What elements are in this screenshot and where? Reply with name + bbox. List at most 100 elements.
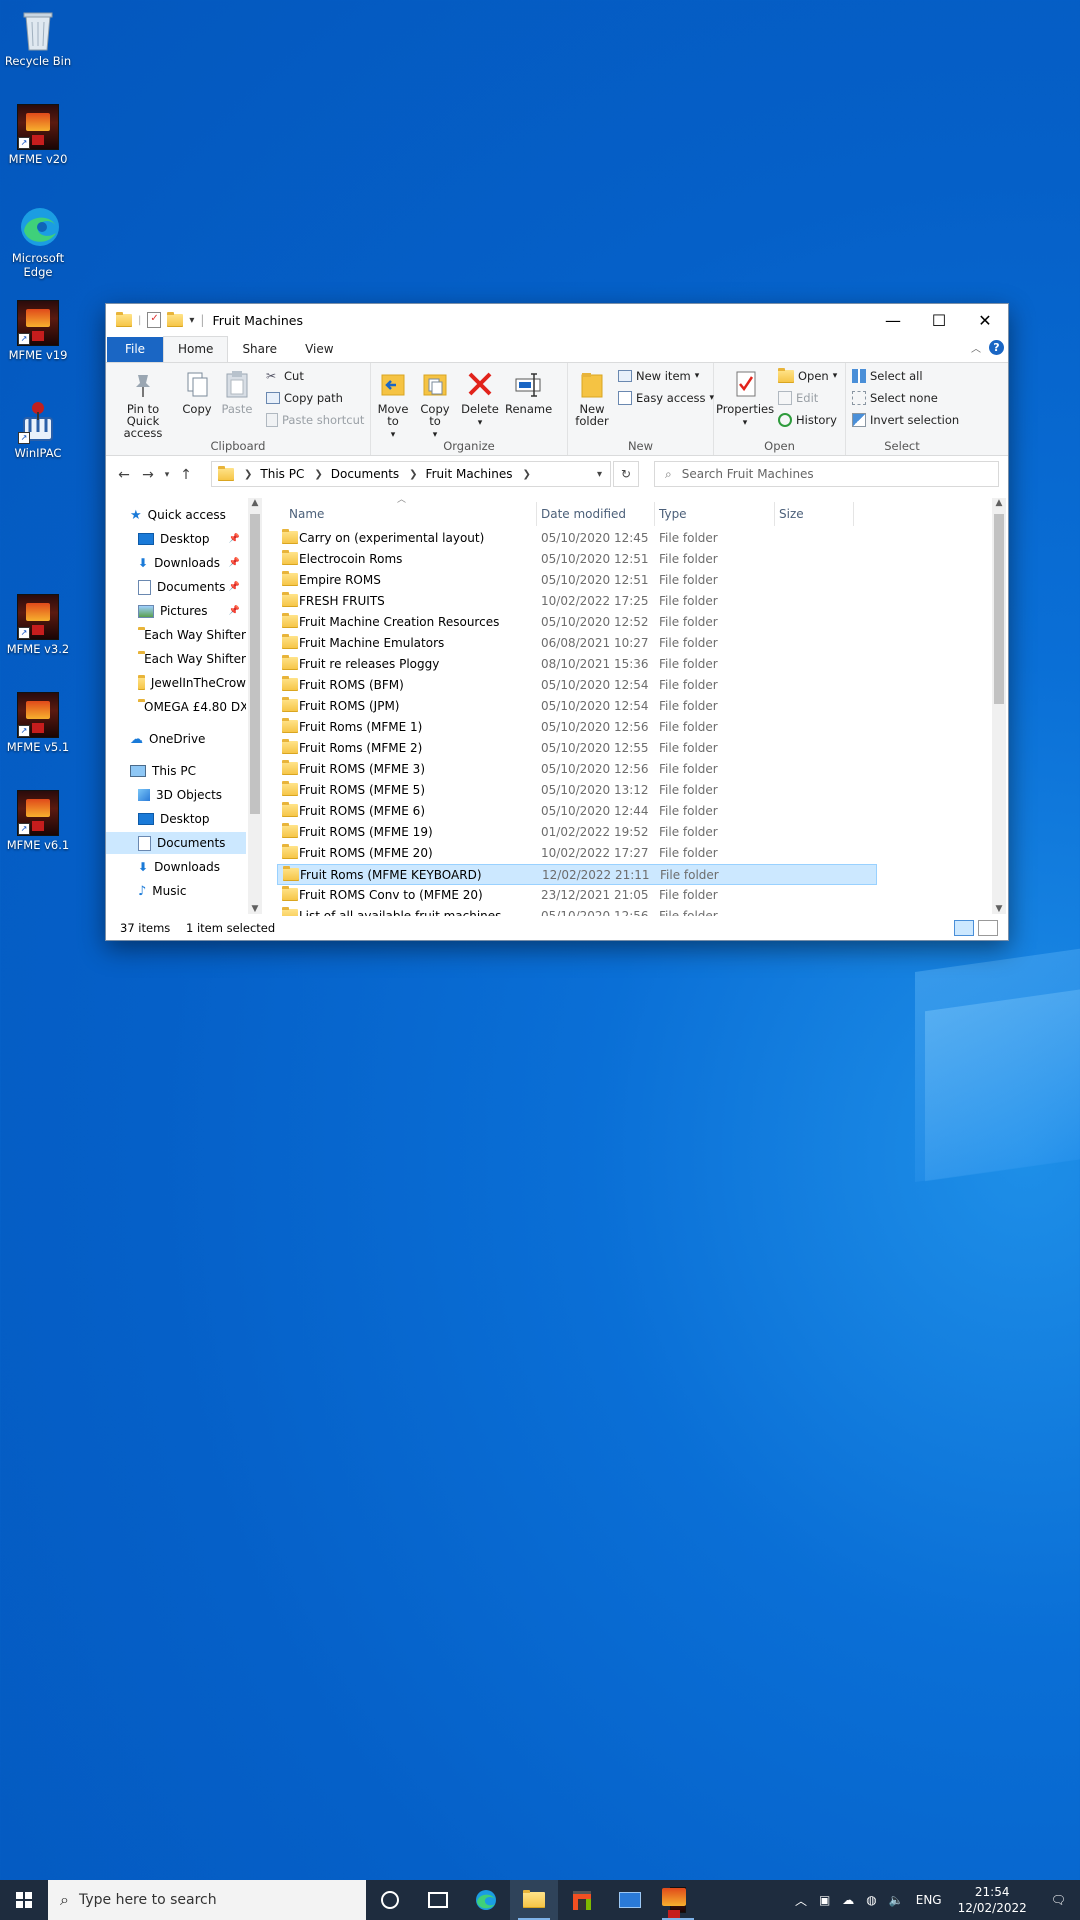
file-row[interactable]: Electrocoin Roms 05/10/2020 12:51 File fol… xyxy=(277,549,877,570)
column-divider[interactable] xyxy=(853,502,854,526)
nav-onedrive[interactable]: ☁ OneDrive xyxy=(130,728,240,750)
edge-taskbar-icon[interactable] xyxy=(462,1880,510,1920)
delete-button[interactable]: Delete ▾ xyxy=(459,369,501,429)
tab-view[interactable]: View xyxy=(291,337,347,362)
copy-to-button[interactable]: Copy to ▾ xyxy=(415,369,455,441)
file-row[interactable]: List of all available fruit machines 05/1… xyxy=(277,906,877,916)
desktop-icon-microsoft-edge[interactable]: Microsoft Edge xyxy=(4,205,72,279)
cut-button[interactable]: ✂ Cut xyxy=(266,369,304,383)
nav-pc-desktop[interactable]: Desktop xyxy=(138,808,246,830)
details-view-icon[interactable] xyxy=(954,920,974,936)
new-folder-button[interactable]: New folder xyxy=(572,369,612,427)
customize-toolbar-chevron-icon[interactable]: ▾ xyxy=(189,315,194,326)
onedrive-cloud-icon[interactable]: ☁ xyxy=(836,1893,860,1907)
file-row[interactable]: Fruit Machine Creation Resources 05/10/20… xyxy=(277,612,877,633)
file-row[interactable]: Fruit Roms (MFME 1) 05/10/2020 12:56 File … xyxy=(277,717,877,738)
column-divider[interactable] xyxy=(774,502,775,526)
rename-button[interactable]: Rename xyxy=(505,369,552,415)
nav-folder-each-way-shifter-2[interactable]: Each Way Shifter xyxy=(138,648,246,670)
maximize-button[interactable]: ☐ xyxy=(916,304,962,336)
file-row[interactable]: Fruit Machine Emulators 06/08/2021 10:27 F… xyxy=(277,633,877,654)
column-header-date[interactable]: Date modified xyxy=(541,502,651,526)
mfme-taskbar-icon[interactable] xyxy=(654,1880,702,1920)
new-folder-icon[interactable] xyxy=(167,311,184,327)
device-icon[interactable]: ▣ xyxy=(813,1893,836,1907)
edit-button[interactable]: Edit xyxy=(778,391,818,405)
file-explorer-taskbar-icon[interactable] xyxy=(510,1880,558,1920)
scroll-down-arrow-icon[interactable]: ▼ xyxy=(992,904,1006,914)
forward-arrow-icon[interactable]: → xyxy=(136,467,160,483)
desktop-icon-mfme-v51[interactable]: ↗ MFME v5.1 xyxy=(4,692,72,754)
start-button[interactable] xyxy=(0,1880,48,1920)
show-hidden-icons-chevron-icon[interactable]: ︿ xyxy=(789,1892,813,1909)
desktop-icon-mfme-v32[interactable]: ↗ MFME v3.2 xyxy=(4,594,72,656)
invert-selection-button[interactable]: Invert selection xyxy=(852,413,959,427)
paste-button[interactable]: Paste xyxy=(218,369,256,415)
copy-path-button[interactable]: Copy path xyxy=(266,391,343,405)
desktop-icon-winipac[interactable]: ↗ WinIPAC xyxy=(4,400,72,460)
scroll-up-arrow-icon[interactable]: ▲ xyxy=(248,498,262,508)
minimize-button[interactable]: — xyxy=(870,304,916,336)
easy-access-button[interactable]: Easy access ▾ xyxy=(618,391,714,405)
scrollbar-thumb[interactable] xyxy=(250,514,260,814)
collapse-ribbon-icon[interactable]: ︿ xyxy=(971,340,981,355)
paste-shortcut-button[interactable]: Paste shortcut xyxy=(266,413,364,427)
properties-button[interactable]: Properties ▾ xyxy=(716,369,774,429)
column-divider[interactable] xyxy=(536,502,537,526)
notifications-icon[interactable]: 🗨 xyxy=(1037,1893,1080,1907)
nav-pc-documents[interactable]: Documents xyxy=(106,832,246,854)
close-button[interactable]: ✕ xyxy=(962,304,1008,336)
file-row[interactable]: Fruit ROMS (BFM) 05/10/2020 12:54 File fol… xyxy=(277,675,877,696)
language-indicator[interactable]: ENG xyxy=(910,1893,948,1907)
column-header-size[interactable]: Size xyxy=(779,502,849,526)
file-row[interactable]: Fruit ROMS (MFME 5) 05/10/2020 13:12 File … xyxy=(277,780,877,801)
file-row[interactable]: Fruit ROMS (MFME 19) 01/02/2022 19:52 File… xyxy=(277,822,877,843)
file-row[interactable]: Fruit ROMS (JPM) 05/10/2020 12:54 File fol… xyxy=(277,696,877,717)
file-row[interactable]: Fruit ROMS (MFME 3) 05/10/2020 12:56 File … xyxy=(277,759,877,780)
refresh-icon[interactable]: ↻ xyxy=(613,461,639,487)
help-icon[interactable]: ? xyxy=(989,340,1004,355)
tab-home[interactable]: Home xyxy=(163,336,229,362)
back-arrow-icon[interactable]: ← xyxy=(112,467,136,483)
history-button[interactable]: History xyxy=(778,413,837,427)
taskbar-search-box[interactable]: ⌕ Type here to search xyxy=(48,1880,366,1920)
file-row[interactable]: Fruit ROMS (MFME 20) 10/02/2022 17:27 File… xyxy=(277,843,877,864)
file-row[interactable]: Carry on (experimental layout) 05/10/2020… xyxy=(277,528,877,549)
desktop-icon-mfme-v61[interactable]: ↗ MFME v6.1 xyxy=(4,790,72,852)
nav-pane-scrollbar[interactable]: ▲ ▼ xyxy=(248,498,262,914)
file-row[interactable]: Empire ROMS 05/10/2020 12:51 File folder xyxy=(277,570,877,591)
nav-desktop[interactable]: Desktop 📌 xyxy=(138,528,246,550)
nav-pc-music[interactable]: ♪ Music xyxy=(138,880,246,902)
file-row[interactable]: Fruit Roms (MFME KEYBOARD) 12/02/2022 21:… xyxy=(277,864,877,885)
search-box[interactable]: ⌕ Search Fruit Machines xyxy=(654,461,999,487)
file-row[interactable]: Fruit ROMS (MFME 6) 05/10/2020 12:44 File … xyxy=(277,801,877,822)
nav-documents[interactable]: Documents 📌 xyxy=(138,576,246,598)
nav-pc-downloads[interactable]: ⬇ Downloads xyxy=(138,856,246,878)
cortana-icon[interactable] xyxy=(366,1880,414,1920)
volume-icon[interactable]: 🔈 xyxy=(883,1893,910,1907)
task-view-icon[interactable] xyxy=(414,1880,462,1920)
nav-quick-access[interactable]: ★ Quick access xyxy=(130,504,240,526)
nav-3d-objects[interactable]: 3D Objects xyxy=(138,784,246,806)
mail-taskbar-icon[interactable] xyxy=(606,1880,654,1920)
column-header-type[interactable]: Type xyxy=(659,502,769,526)
nav-folder-omega[interactable]: OMEGA £4.80 DX xyxy=(138,696,246,718)
file-row[interactable]: FRESH FRUITS 10/02/2022 17:25 File folder xyxy=(277,591,877,612)
file-row[interactable]: Fruit re releases Ploggy 08/10/2021 15:36… xyxy=(277,654,877,675)
scroll-up-arrow-icon[interactable]: ▲ xyxy=(992,498,1006,508)
large-icons-view-icon[interactable] xyxy=(978,920,998,936)
clock[interactable]: 21:54 12/02/2022 xyxy=(948,1884,1037,1916)
properties-icon[interactable]: ✓ xyxy=(147,312,162,328)
file-row[interactable]: Fruit Roms (MFME 2) 05/10/2020 12:55 File … xyxy=(277,738,877,759)
pin-to-quick-access-button[interactable]: Pin to Quick access xyxy=(110,369,176,439)
breadcrumb-documents[interactable]: Documents xyxy=(331,467,399,481)
network-globe-icon[interactable]: ◍ xyxy=(860,1893,882,1907)
nav-this-pc[interactable]: This PC xyxy=(130,760,240,782)
breadcrumb-fruit-machines[interactable]: Fruit Machines xyxy=(426,467,513,481)
column-divider[interactable] xyxy=(654,502,655,526)
move-to-button[interactable]: Move to ▾ xyxy=(373,369,413,441)
tab-share[interactable]: Share xyxy=(228,337,291,362)
address-breadcrumb[interactable]: ❯ This PC ❯ Documents ❯ Fruit Machines ❯… xyxy=(211,461,611,487)
store-taskbar-icon[interactable] xyxy=(558,1880,606,1920)
nav-downloads[interactable]: ⬇ Downloads 📌 xyxy=(138,552,246,574)
